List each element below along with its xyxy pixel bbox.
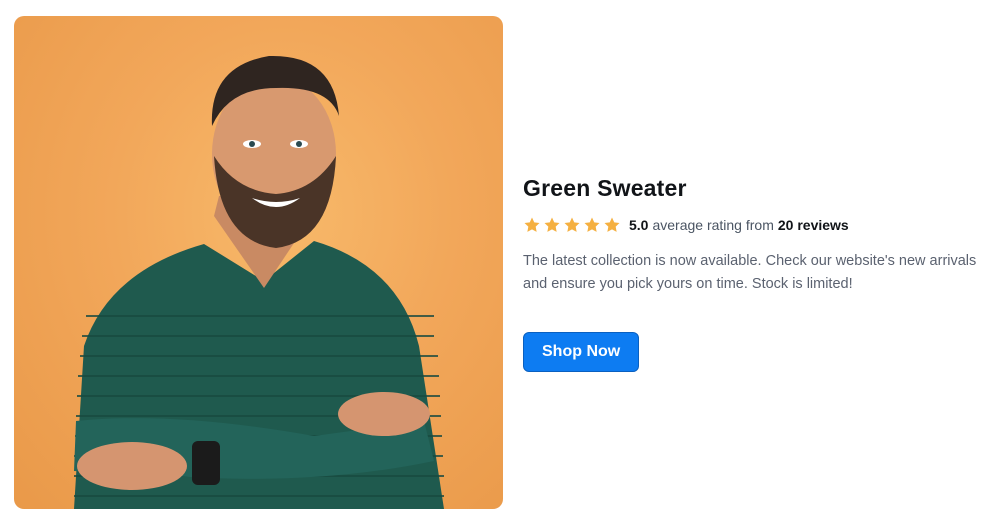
product-title: Green Sweater — [523, 175, 687, 201]
product-info: Green Sweater 5.0 average rating from 20… — [523, 172, 998, 372]
product-card: Green Sweater 5.0 average rating from 20… — [0, 0, 1007, 524]
rating-text: average rating from — [652, 217, 774, 233]
star-icon — [564, 217, 580, 232]
star-icon — [544, 217, 560, 232]
rating-score: 5.0 — [629, 217, 649, 233]
product-rating: 5.0 average rating from 20 reviews — [523, 214, 998, 236]
star-rating — [523, 216, 621, 234]
product-description: The latest collection is now available. … — [523, 253, 977, 292]
product-image — [14, 16, 503, 509]
star-icon — [584, 217, 600, 232]
star-icon — [604, 217, 620, 232]
star-icon — [524, 217, 540, 232]
shop-now-button[interactable]: Shop Now — [523, 331, 640, 372]
review-count: 20 reviews — [777, 217, 849, 233]
